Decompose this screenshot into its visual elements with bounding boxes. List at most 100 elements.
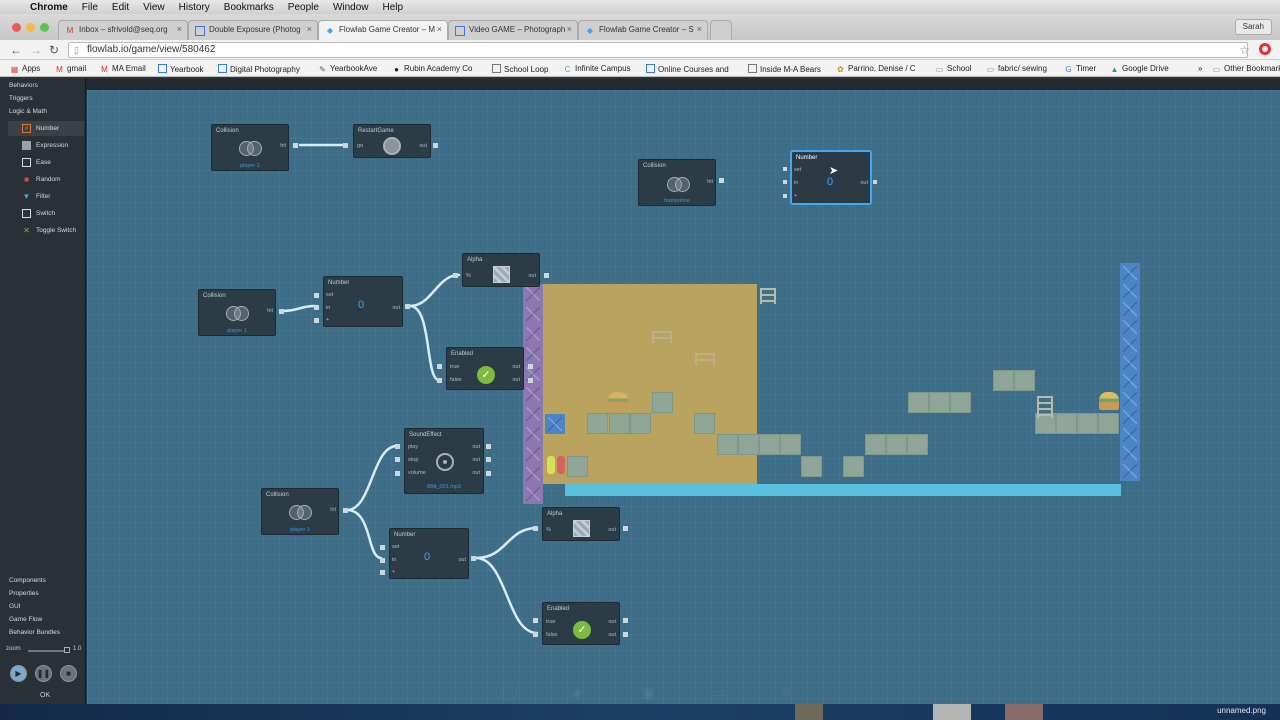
sidebar-item-toggle-switch[interactable]: ✕ Toggle Switch (8, 223, 84, 238)
section-gui[interactable]: GUI (9, 603, 21, 610)
output-port[interactable] (279, 309, 284, 314)
sidebar-item-ease[interactable]: Ease (8, 155, 84, 170)
output-port[interactable] (486, 471, 491, 476)
sidebar-item-random[interactable]: ■ Random (8, 172, 84, 187)
zoom-slider[interactable] (28, 650, 66, 652)
section-behavior-bundles[interactable]: Behavior Bundles (9, 629, 60, 636)
behavior-canvas[interactable]: Collision hit player 1 RestartGame go ou… (87, 90, 1280, 704)
number-node[interactable]: Number set in + 0 out (389, 528, 469, 579)
menu-view[interactable]: View (143, 2, 165, 13)
tab-video-game[interactable]: Video GAME – Photograph × (448, 20, 578, 40)
number-node[interactable]: Number set in + 0 out (323, 276, 403, 327)
input-port[interactable] (380, 545, 385, 550)
close-icon[interactable]: × (437, 24, 442, 34)
output-port[interactable] (873, 180, 877, 184)
collision-node[interactable]: Collision hit player 1 (261, 488, 339, 535)
close-icon[interactable]: × (697, 24, 702, 34)
output-port[interactable] (623, 526, 628, 531)
output-port[interactable] (293, 143, 298, 148)
number-value[interactable]: 0 (358, 299, 364, 311)
bookmark-yearbook[interactable]: Yearbook (158, 64, 204, 74)
bookmark-rubin[interactable]: ● Rubin Academy Co (392, 64, 472, 74)
number-node-selected[interactable]: Number set in + 0 out (790, 150, 872, 205)
desktop-file-label[interactable]: unnamed.png (1217, 706, 1266, 715)
window-close-button[interactable] (12, 23, 21, 32)
close-icon[interactable]: × (177, 24, 182, 34)
menu-chrome[interactable]: Chrome (30, 2, 68, 13)
window-zoom-button[interactable] (40, 23, 49, 32)
sidebar-item-expression[interactable]: Expression (8, 138, 84, 153)
menu-edit[interactable]: Edit (112, 2, 129, 13)
tab-double-exposure[interactable]: Double Exposure (Photog × (188, 20, 318, 40)
bookmark-star-icon[interactable]: ☆ (1239, 43, 1250, 57)
output-port[interactable] (544, 273, 549, 278)
alpha-node[interactable]: Alpha % out (462, 253, 540, 287)
address-bar[interactable]: ▯ flowlab.io/game/view/580462 (68, 42, 1248, 58)
sidebar-item-switch[interactable]: Switch (8, 206, 84, 221)
output-port[interactable] (486, 444, 491, 449)
profile-button[interactable]: Sarah (1234, 19, 1272, 35)
new-tab-button[interactable] (710, 20, 732, 40)
tab-flowlab-active[interactable]: ◆ Flowlab Game Creator – M × (318, 20, 448, 40)
enabled-node[interactable]: Enabled true false ✓ out out (446, 347, 524, 390)
bookmark-school-folder[interactable]: ▭ School (935, 64, 972, 74)
output-port[interactable] (405, 304, 410, 309)
number-value[interactable]: 0 (424, 551, 430, 563)
bookmarks-overflow-chevron[interactable]: » (1198, 64, 1202, 73)
input-port[interactable] (533, 618, 538, 623)
input-port[interactable] (437, 378, 442, 383)
bookmark-parrino[interactable]: ✿ Parrino, Denise / C (836, 64, 915, 74)
output-port[interactable] (528, 364, 533, 369)
output-port[interactable] (433, 143, 438, 148)
window-minimize-button[interactable] (26, 23, 35, 32)
menu-help[interactable]: Help (383, 2, 404, 13)
close-icon[interactable]: × (567, 24, 572, 34)
sound-effect-node[interactable]: SoundEffect play stop volume out out out… (404, 428, 484, 494)
desktop-thumbnail[interactable] (933, 704, 971, 720)
pause-button[interactable]: ❚❚ (35, 665, 52, 682)
input-port[interactable] (314, 318, 319, 323)
desktop-thumbnail[interactable] (795, 704, 823, 720)
output-port[interactable] (623, 632, 628, 637)
menu-file[interactable]: File (82, 2, 98, 13)
input-port[interactable] (783, 167, 787, 171)
bookmark-inside-ma-bears[interactable]: Inside M-A Bears (748, 64, 821, 74)
bookmark-school-loop[interactable]: School Loop (492, 64, 548, 74)
collision-node[interactable]: Collision hit player 1 (198, 289, 276, 336)
input-port[interactable] (395, 457, 400, 462)
ok-button[interactable]: OK (40, 692, 50, 699)
number-value[interactable]: 0 (827, 176, 833, 188)
bookmark-yearbookave[interactable]: ✎ YearbookAve (318, 64, 377, 74)
output-port[interactable] (343, 508, 348, 513)
input-port[interactable] (380, 558, 385, 563)
input-port[interactable] (783, 194, 787, 198)
close-icon[interactable]: × (307, 24, 312, 34)
extension-icon[interactable] (1259, 43, 1271, 55)
section-components[interactable]: Components (9, 577, 46, 584)
restart-game-node[interactable]: RestartGame go out (353, 124, 431, 158)
collision-node[interactable]: Collision hit trampoline (638, 159, 716, 206)
tab-inbox[interactable]: M Inbox – sfrivold@seq.org × (58, 20, 188, 40)
zoom-slider-handle[interactable] (64, 647, 70, 653)
input-port[interactable] (343, 143, 348, 148)
menu-history[interactable]: History (179, 2, 210, 13)
bookmark-apps[interactable]: ▦ Apps (10, 64, 41, 74)
back-icon[interactable]: ← (10, 43, 22, 57)
forward-icon[interactable]: → (30, 43, 42, 57)
section-logic-math[interactable]: Logic & Math (9, 108, 47, 115)
output-port[interactable] (623, 618, 628, 623)
stop-button[interactable]: ■ (60, 665, 77, 682)
bookmark-other[interactable]: ▭Other Bookmarks (1212, 64, 1280, 74)
input-port[interactable] (437, 364, 442, 369)
collision-node[interactable]: Collision hit player 1 (211, 124, 289, 171)
section-behaviors[interactable]: Behaviors (9, 82, 38, 89)
menu-bookmarks[interactable]: Bookmarks (224, 2, 274, 13)
play-button[interactable]: ▶ (10, 665, 27, 682)
enabled-node[interactable]: Enabled true false ✓ out out (542, 602, 620, 645)
menu-window[interactable]: Window (333, 2, 369, 13)
reload-icon[interactable]: ↻ (49, 43, 59, 57)
bookmark-google-drive[interactable]: ▲ Google Drive (1110, 64, 1169, 74)
desktop-thumbnail[interactable] (1005, 704, 1043, 720)
section-triggers[interactable]: Triggers (9, 95, 33, 102)
input-port[interactable] (783, 180, 787, 184)
